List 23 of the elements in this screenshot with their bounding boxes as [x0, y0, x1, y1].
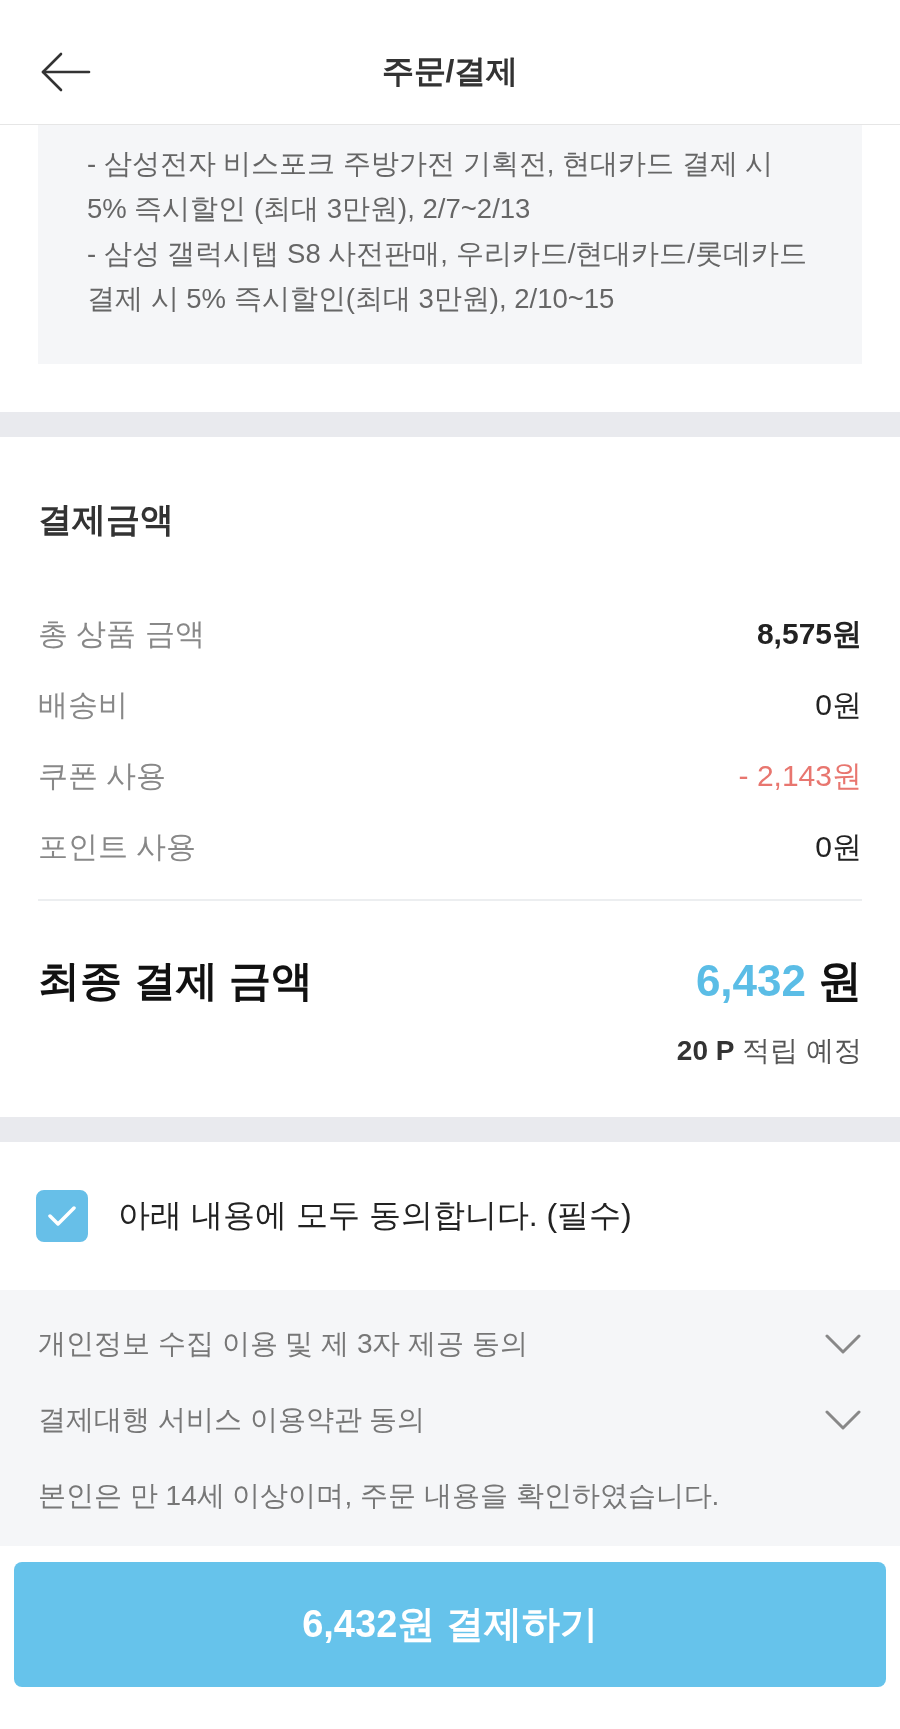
page-title: 주문/결제: [381, 52, 519, 91]
row-value: 8,575원: [756, 616, 862, 652]
row-label: 총 상품 금액: [38, 616, 205, 652]
section-title: 결제금액: [38, 499, 174, 539]
back-button[interactable]: [41, 52, 91, 92]
row-label: 포인트 사용: [38, 829, 197, 865]
currency-unit: 원: [818, 954, 862, 1007]
total-amount: 6,432: [695, 956, 806, 1006]
points-note: 20 P 적립 예정: [676, 1034, 862, 1068]
agree-all-checkbox[interactable]: [36, 1190, 88, 1242]
check-icon: [48, 1206, 76, 1226]
row-label: 배송비: [38, 687, 128, 723]
row-value: 0원: [815, 829, 862, 865]
consent-note: 본인은 만 14세 이상이며, 주문 내용을 확인하였습니다.: [38, 1479, 720, 1513]
agree-all-label: 아래 내용에 모두 동의합니다. (필수): [118, 1196, 632, 1235]
notice-text: - 삼성전자 비스포크 주방가전 기획전, 현대카드 결제 시 5% 즉시할인 (최대 3만원), 2/7~2/13: [87, 147, 775, 226]
row-value: - 2,143원: [738, 758, 862, 794]
terms-item[interactable]: 개인정보 수집 이용 및 제 3자 제공 동의: [38, 1306, 861, 1382]
row-label: 쿠폰 사용: [38, 758, 167, 794]
terms-item[interactable]: 결제대행 서비스 이용약관 동의: [38, 1382, 861, 1458]
notice-text: - 삼성 갤럭시탭 S8 사전판매, 우리카드/현대카드/롯데카드 결제 시 5% 즉시할인(최대 3만원), 2/10~15: [87, 237, 808, 316]
row-value: 0원: [815, 687, 862, 723]
total-label: 최종 결제 금액: [38, 956, 314, 1006]
